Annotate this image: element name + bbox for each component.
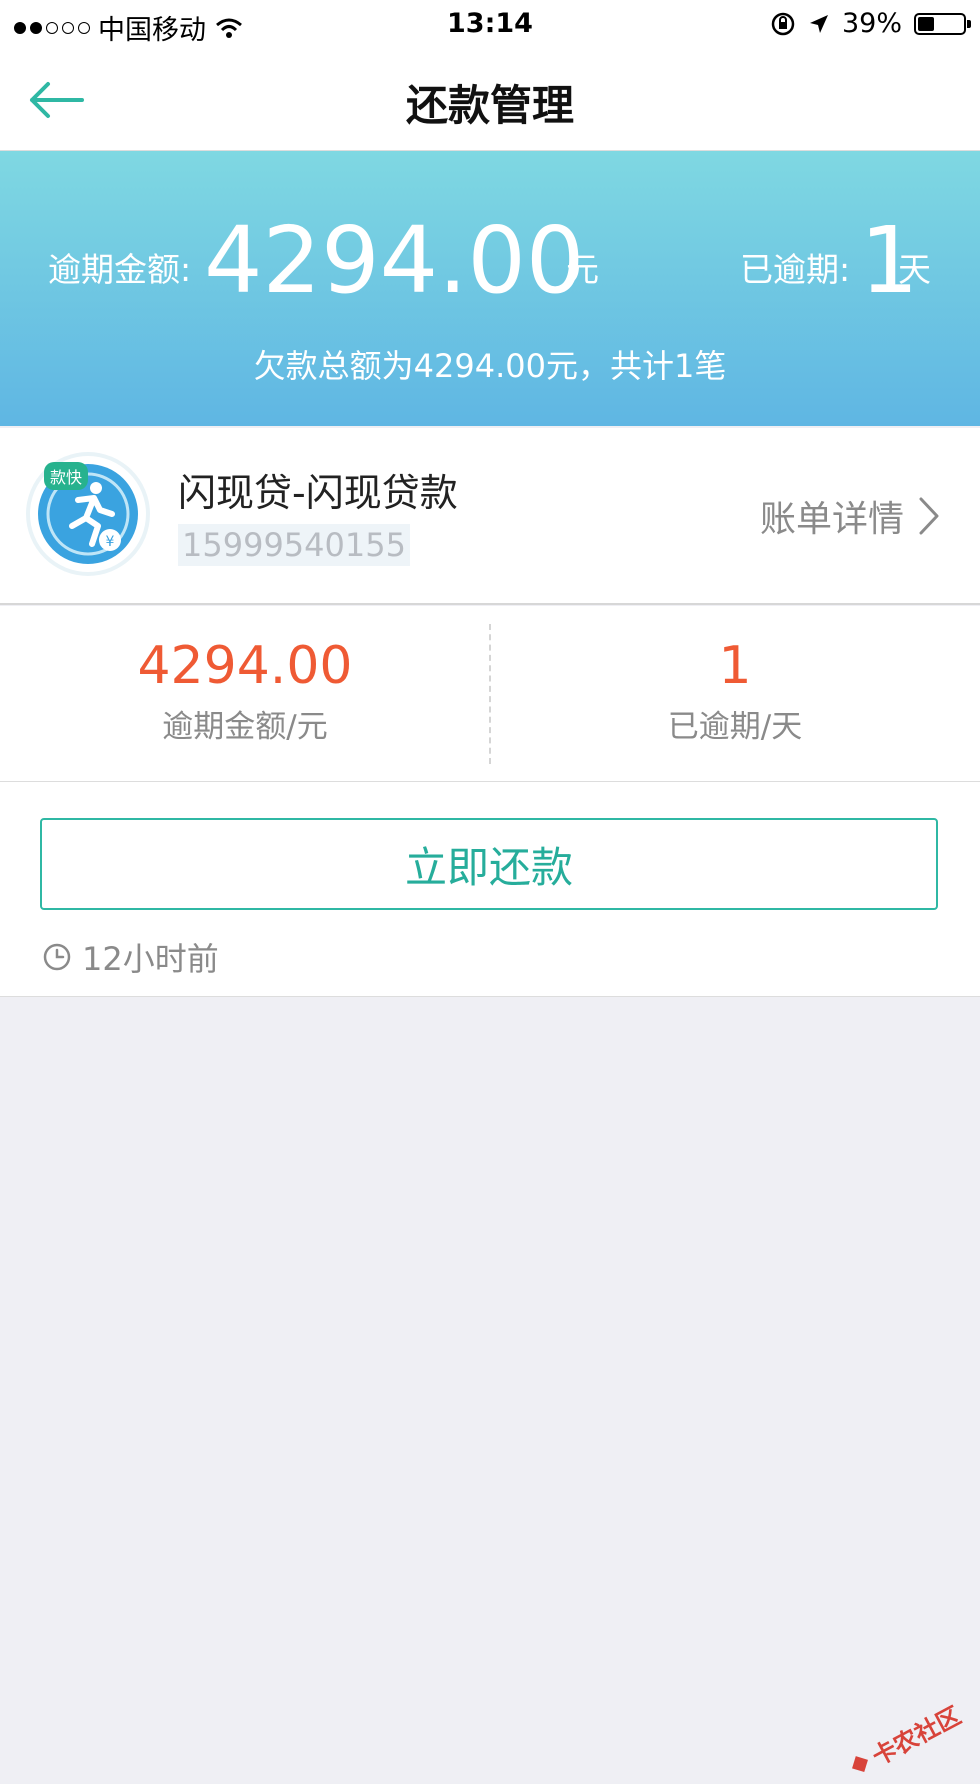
overdue-summary-banner: 逾期金额: 4294.00 元 已逾期: 1 天 欠款总额为4294.00元，共… (0, 151, 980, 426)
loan-app-logo: ¥ 款快 (30, 456, 146, 572)
clock-icon (43, 943, 71, 971)
logo-currency: ¥ (106, 534, 115, 550)
stat-days-label: 已逾期/天 (667, 709, 803, 746)
stat-amount-value: 4294.00 (137, 636, 353, 696)
bill-detail-link[interactable]: 账单详情 (760, 490, 940, 542)
overdue-amount-value: 4294.00 (204, 207, 585, 314)
nav-bar: 还款管理 (0, 50, 980, 151)
repay-now-button[interactable]: 立即还款 (40, 818, 938, 910)
overdue-days-label: 已逾期: (740, 250, 851, 289)
loan-product-name: 闪现贷-闪现贷款 (178, 471, 458, 515)
watermark-text: 卡农社区 (867, 1701, 966, 1772)
watermark-icon (851, 1755, 868, 1772)
overdue-stats: 4294.00 逾期金额/元 1 已逾期/天 (0, 606, 980, 782)
stat-amount-label: 逾期金额/元 (162, 709, 328, 746)
update-time: 12小时前 (42, 934, 219, 980)
logo-badge: 款快 (44, 462, 89, 490)
chevron-right-icon (919, 497, 939, 535)
status-right: 39% (770, 8, 971, 39)
loan-card[interactable]: ¥ 款快 闪现贷-闪现贷款 15999540155 账单详情 (0, 428, 980, 605)
watermark-logo: 卡农社区 (842, 1696, 966, 1784)
update-time-text: 12小时前 (82, 940, 219, 978)
battery-percent: 39% (841, 8, 902, 39)
battery-icon (914, 12, 971, 35)
stat-days-value: 1 (718, 636, 752, 696)
stat-overdue-days: 1 已逾期/天 (490, 636, 980, 746)
overdue-days-unit: 天 (898, 250, 931, 289)
location-arrow-icon (809, 14, 828, 33)
page-title: 还款管理 (405, 81, 574, 130)
loan-phone-number: 15999540155 (178, 524, 410, 566)
debt-summary-text: 欠款总额为4294.00元，共计1笔 (253, 347, 727, 385)
repay-section: 立即还款 12小时前 (0, 782, 980, 997)
stat-overdue-amount: 4294.00 逾期金额/元 (0, 636, 490, 746)
bill-detail-label: 账单详情 (759, 499, 904, 540)
status-bar: 中国移动 13:14 39% (0, 0, 980, 50)
overdue-amount-unit: 元 (566, 250, 599, 289)
overdue-amount-label: 逾期金额: (48, 250, 192, 289)
rotation-lock-icon (771, 12, 795, 35)
